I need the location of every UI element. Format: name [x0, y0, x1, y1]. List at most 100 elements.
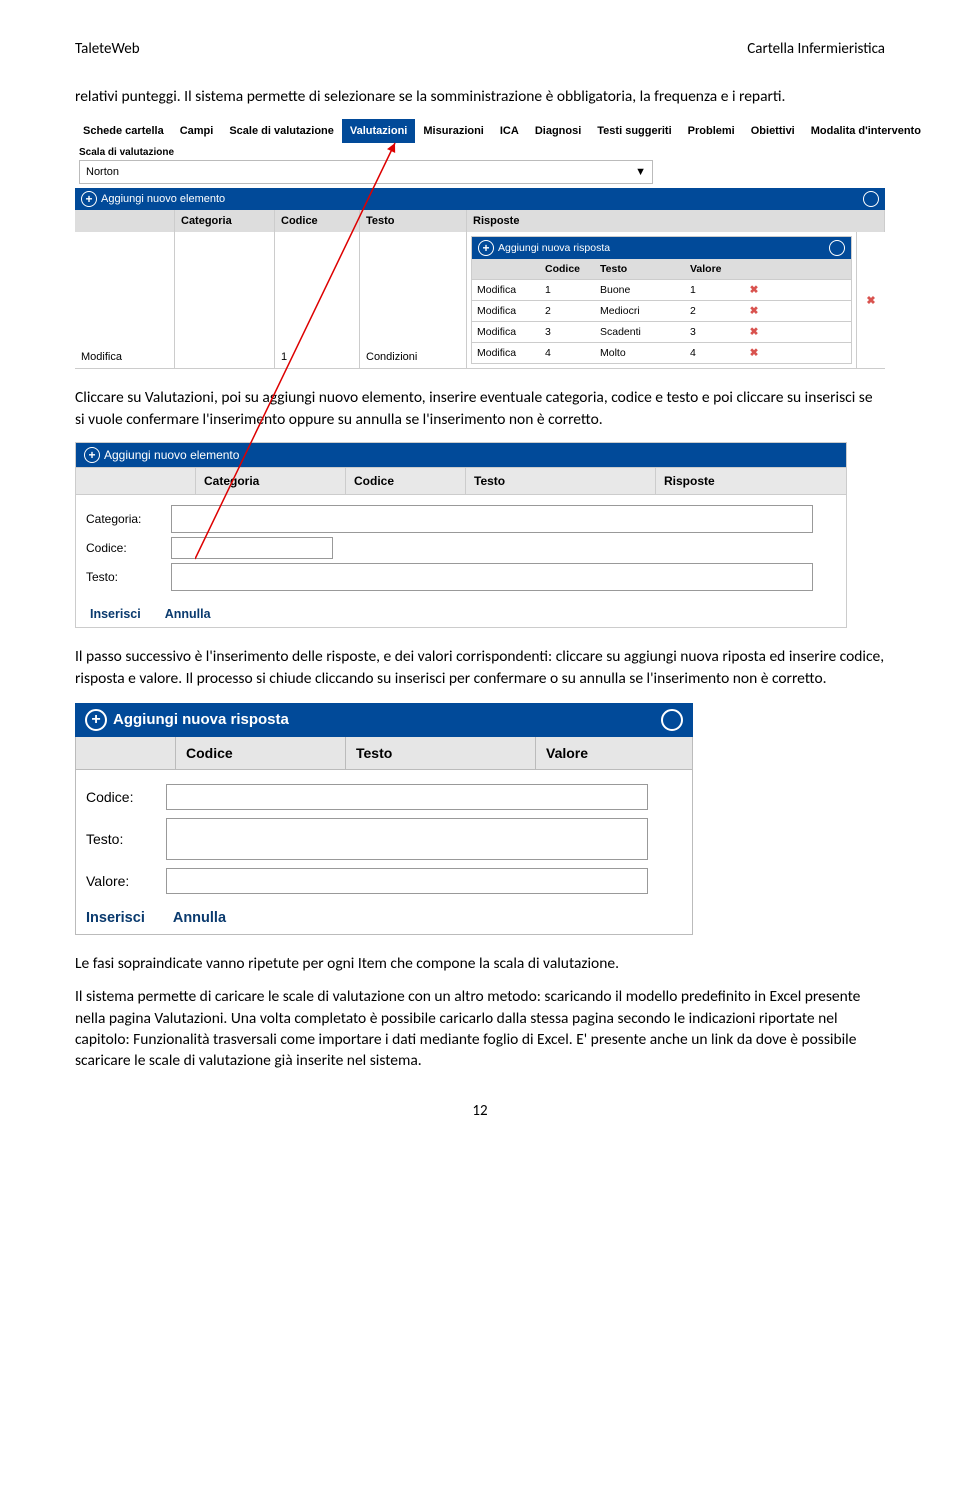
page-number: 12 — [75, 1102, 885, 1120]
header-left: TaleteWeb — [75, 40, 140, 58]
inner-header-row: Codice Testo Valore — [472, 259, 851, 279]
cell-testo: Condizioni — [360, 232, 467, 368]
cell-codice: 4 — [540, 343, 595, 363]
tab-campi[interactable]: Campi — [172, 119, 222, 143]
add-elemento-label: Aggiungi nuovo elemento — [101, 193, 225, 205]
cell-codice: 2 — [540, 301, 595, 321]
label-testo: Testo: — [86, 570, 171, 584]
plus-icon: + — [84, 447, 100, 463]
col-empty — [75, 210, 175, 232]
testo-input[interactable] — [166, 818, 648, 860]
paragraph: Cliccare su Valutazioni, poi su aggiungi… — [75, 387, 885, 430]
inner-col-codice: Codice — [540, 259, 595, 279]
col-testo: Testo — [360, 210, 467, 232]
cell-testo: Molto — [595, 343, 685, 363]
refresh-icon[interactable] — [829, 240, 845, 256]
tab-scale-di-valutazione[interactable]: Scale di valutazione — [221, 119, 342, 143]
tab-obiettivi[interactable]: Obiettivi — [743, 119, 803, 143]
paragraph: Il sistema permette di caricare le scale… — [75, 986, 885, 1072]
table-row: Modifica 1 Condizioni + Aggiungi nuova r… — [75, 232, 885, 369]
tab-valutazioni[interactable]: Valutazioni — [342, 119, 415, 143]
delete-icon[interactable]: ✖ — [740, 280, 768, 300]
col-codice: Codice — [346, 468, 466, 494]
inserisci-button[interactable]: Inserisci — [90, 607, 141, 621]
delete-icon[interactable]: ✖ — [857, 232, 885, 368]
paragraph: Il passo successivo è l'inserimento dell… — [75, 646, 885, 689]
table-header-row: Codice Testo Valore — [75, 737, 693, 770]
col-codice: Codice — [275, 210, 360, 232]
add-elemento-button[interactable]: + Aggiungi nuovo elemento — [81, 191, 225, 207]
annulla-button[interactable]: Annulla — [165, 607, 211, 621]
col-valore: Valore — [536, 737, 692, 769]
scala-value: Norton — [86, 166, 119, 178]
add-risposta-label: Aggiungi nuova risposta — [113, 711, 289, 728]
intro-paragraph: relativi punteggi. Il sistema permette d… — [75, 86, 885, 107]
delete-icon[interactable]: ✖ — [740, 322, 768, 342]
table-header-row: Categoria Codice Testo Risposte — [75, 210, 885, 232]
inner-risposte-table: + Aggiungi nuova risposta Codice Testo V… — [471, 236, 852, 364]
delete-icon[interactable]: ✖ — [740, 343, 768, 363]
delete-icon[interactable]: ✖ — [740, 301, 768, 321]
modifica-link[interactable]: Modifica — [81, 351, 122, 363]
refresh-icon[interactable] — [863, 191, 879, 207]
cell-testo: Buone — [595, 280, 685, 300]
chevron-down-icon: ▼ — [635, 166, 646, 178]
table-header-row: Categoria Codice Testo Risposte — [76, 467, 846, 495]
tab-modalita-intervento[interactable]: Modalita d'intervento — [803, 119, 929, 143]
add-risposta-bar: + Aggiungi nuova risposta — [472, 237, 851, 259]
modifica-link[interactable]: Modifica — [472, 280, 540, 300]
modifica-link[interactable]: Modifica — [472, 343, 540, 363]
cell-valore: 4 — [685, 343, 740, 363]
annulla-button[interactable]: Annulla — [173, 910, 226, 926]
cell-codice: 1 — [540, 280, 595, 300]
tab-ica[interactable]: ICA — [492, 119, 527, 143]
screenshot-add-elemento-form: + Aggiungi nuovo elemento Categoria Codi… — [75, 442, 847, 628]
tab-testi-suggeriti[interactable]: Testi suggeriti — [589, 119, 679, 143]
label-testo: Testo: — [86, 831, 166, 847]
modifica-link[interactable]: Modifica — [472, 301, 540, 321]
inner-col-testo: Testo — [595, 259, 685, 279]
col-codice: Codice — [176, 737, 346, 769]
cell-codice: 3 — [540, 322, 595, 342]
tab-diagnosi[interactable]: Diagnosi — [527, 119, 589, 143]
col-empty — [76, 468, 196, 494]
screenshot-valutazioni: Schede cartella Campi Scale di valutazio… — [75, 119, 885, 369]
col-risposte: Risposte — [467, 210, 885, 232]
add-risposta-bar: + Aggiungi nuova risposta — [75, 703, 693, 737]
add-elemento-button[interactable]: + Aggiungi nuovo elemento — [84, 447, 239, 463]
categoria-input[interactable] — [171, 505, 813, 533]
inner-col-valore: Valore — [685, 259, 740, 279]
add-risposta-button[interactable]: + Aggiungi nuova risposta — [85, 709, 289, 731]
refresh-icon[interactable] — [661, 709, 683, 731]
paragraph: Le fasi sopraindicate vanno ripetute per… — [75, 953, 885, 974]
cell-testo: Scadenti — [595, 322, 685, 342]
form-body: Categoria: Codice: Testo: — [76, 495, 846, 601]
label-codice: Codice: — [86, 541, 171, 555]
plus-icon: + — [81, 191, 97, 207]
tab-misurazioni[interactable]: Misurazioni — [415, 119, 492, 143]
scala-select[interactable]: Norton ▼ — [79, 160, 653, 184]
cell-valore: 3 — [685, 322, 740, 342]
modifica-link[interactable]: Modifica — [472, 322, 540, 342]
codice-input[interactable] — [171, 537, 333, 559]
col-testo: Testo — [346, 737, 536, 769]
tab-schede-cartella[interactable]: Schede cartella — [75, 119, 172, 143]
inner-row: Modifica 4 Molto 4 ✖ — [472, 342, 851, 363]
codice-input[interactable] — [166, 784, 648, 810]
plus-icon: + — [85, 709, 107, 731]
label-categoria: Categoria: — [86, 512, 171, 526]
testo-input[interactable] — [171, 563, 813, 591]
form-actions: Inserisci Annulla — [86, 902, 682, 928]
scala-label: Scala di valutazione — [75, 143, 885, 160]
inserisci-button[interactable]: Inserisci — [86, 910, 145, 926]
valore-input[interactable] — [166, 868, 648, 894]
add-risposta-button[interactable]: + Aggiungi nuova risposta — [478, 240, 610, 256]
add-elemento-bar: + Aggiungi nuovo elemento — [76, 443, 846, 467]
page-header: TaleteWeb Cartella Infermieristica — [75, 40, 885, 58]
cell-codice: 1 — [275, 232, 360, 368]
cell-valore: 1 — [685, 280, 740, 300]
tab-problemi[interactable]: Problemi — [680, 119, 743, 143]
col-risposte: Risposte — [656, 468, 846, 494]
header-right: Cartella Infermieristica — [747, 40, 885, 58]
add-elemento-bar: + Aggiungi nuovo elemento — [75, 188, 885, 210]
